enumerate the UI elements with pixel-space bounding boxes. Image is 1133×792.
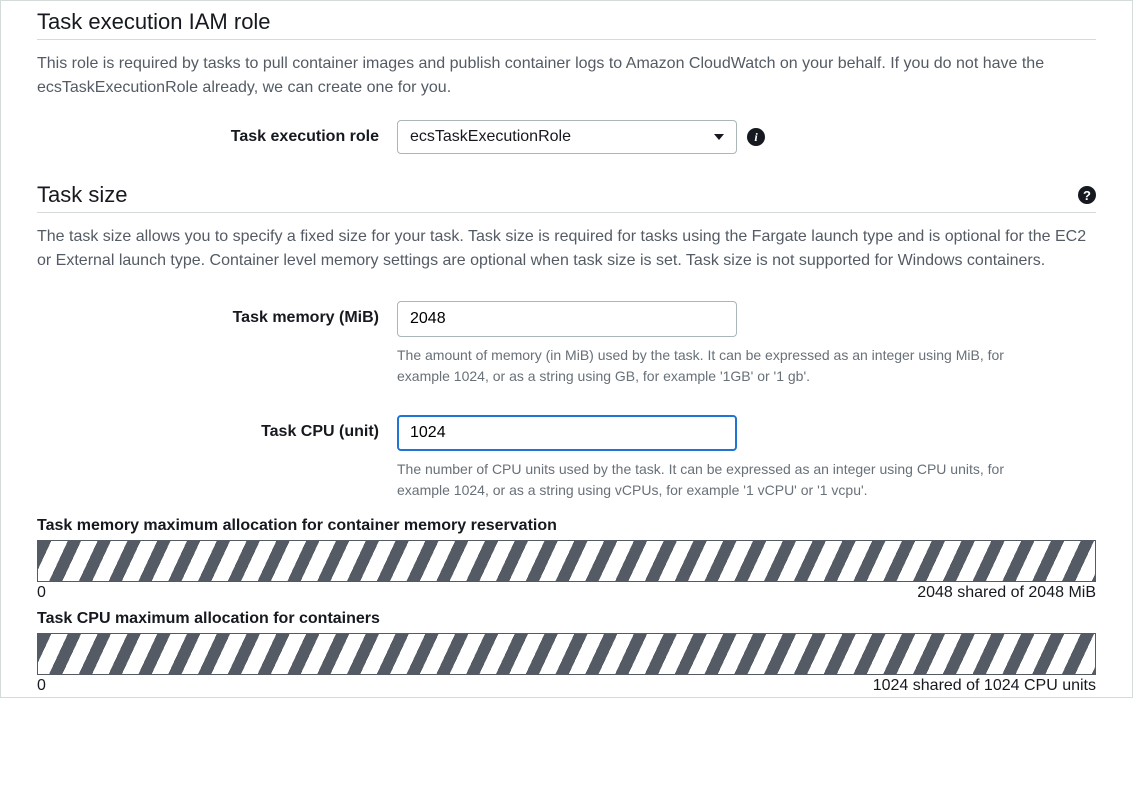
mem-alloc-status: 2048 shared of 2048 MiB (917, 584, 1096, 602)
cpu-alloc-status: 1024 shared of 1024 CPU units (873, 677, 1096, 695)
task-execution-role-select[interactable]: ecsTaskExecutionRole (397, 120, 737, 154)
info-icon[interactable]: i (747, 128, 765, 146)
task-memory-label: Task memory (MiB) (37, 301, 397, 327)
mem-alloc-min: 0 (37, 584, 46, 602)
task-cpu-label: Task CPU (unit) (37, 415, 397, 441)
task-size-section: Task size ? The task size allows you to … (1, 170, 1132, 695)
task-cpu-row: Task CPU (unit) The number of CPU units … (37, 415, 1096, 501)
task-cpu-help: The number of CPU units used by the task… (397, 459, 1057, 501)
mem-alloc-footer: 0 2048 shared of 2048 MiB (37, 584, 1096, 602)
iam-role-section: Task execution IAM role This role is req… (1, 1, 1132, 154)
mem-alloc-bar (37, 540, 1096, 582)
task-definition-form: Task execution IAM role This role is req… (0, 0, 1133, 698)
cpu-alloc-bar (37, 633, 1096, 675)
tasksize-section-header: Task size ? (37, 170, 1096, 213)
task-memory-row: Task memory (MiB) The amount of memory (… (37, 301, 1096, 387)
task-cpu-input[interactable] (397, 415, 737, 451)
iam-section-title: Task execution IAM role (37, 9, 271, 35)
tasksize-description: The task size allows you to specify a fi… (37, 225, 1096, 273)
cpu-alloc-min: 0 (37, 677, 46, 695)
task-memory-input[interactable] (397, 301, 737, 337)
chevron-down-icon (714, 134, 724, 140)
cpu-alloc-label: Task CPU maximum allocation for containe… (37, 610, 1096, 628)
task-execution-role-label: Task execution role (37, 120, 397, 146)
task-memory-help: The amount of memory (in MiB) used by th… (397, 345, 1057, 387)
iam-section-header: Task execution IAM role (37, 1, 1096, 40)
cpu-alloc-footer: 0 1024 shared of 1024 CPU units (37, 677, 1096, 695)
task-execution-role-value: ecsTaskExecutionRole (410, 128, 571, 146)
help-icon[interactable]: ? (1078, 186, 1096, 204)
task-execution-role-row: Task execution role ecsTaskExecutionRole… (37, 120, 1096, 154)
tasksize-title: Task size (37, 182, 127, 208)
mem-alloc-label: Task memory maximum allocation for conta… (37, 517, 1096, 535)
iam-description: This role is required by tasks to pull c… (37, 52, 1096, 100)
